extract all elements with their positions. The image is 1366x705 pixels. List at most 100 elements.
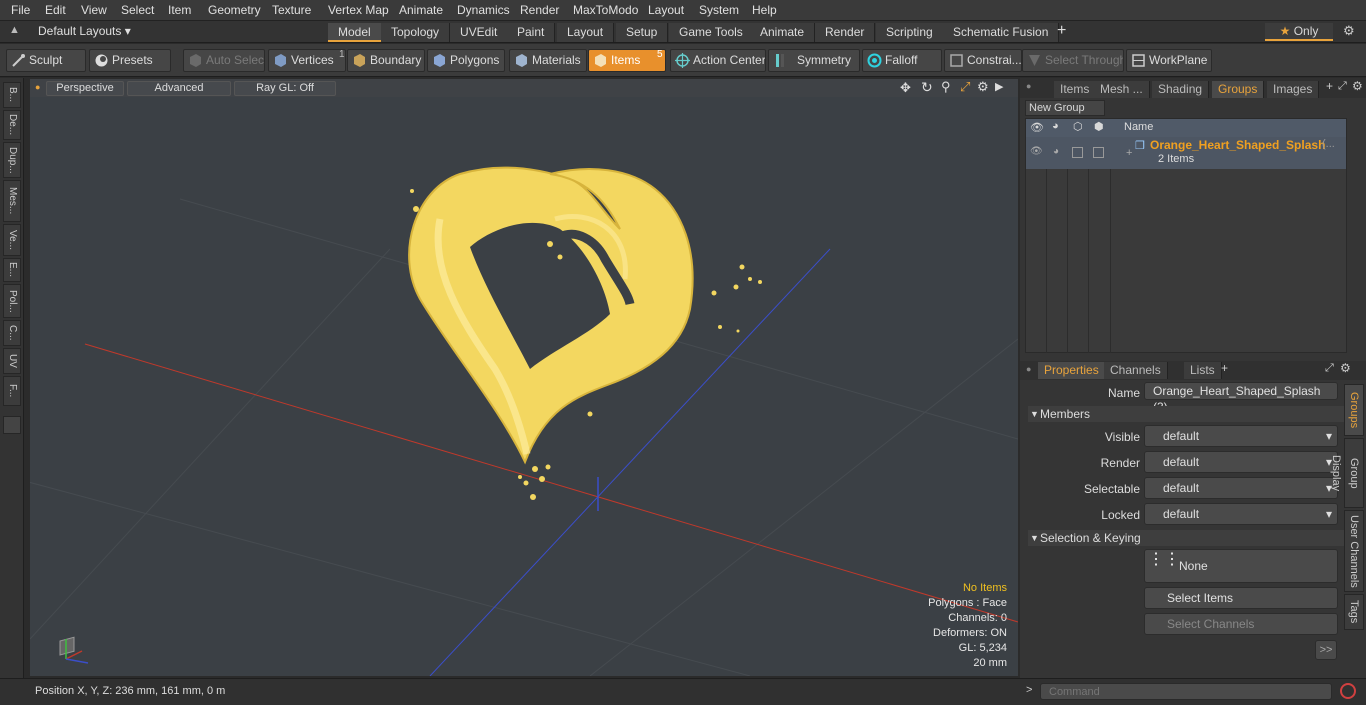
selectable-checkbox[interactable] [1072, 147, 1083, 158]
tab-groups[interactable]: Groups [1212, 81, 1265, 98]
eye-column-icon[interactable]: 👁 [1030, 121, 1044, 134]
vtab-groups[interactable]: Groups [1344, 384, 1364, 436]
left-tab-polygon[interactable]: Pol... [3, 284, 21, 318]
menu-layout[interactable]: Layout [648, 3, 684, 17]
items-button[interactable]: Items [588, 49, 666, 72]
tab-mesh[interactable]: Mesh ... [1094, 81, 1150, 98]
expand-props-icon[interactable]: ⤢ [1325, 362, 1334, 375]
add-tab-plus-icon[interactable]: + [1057, 22, 1066, 40]
tab-scripting[interactable]: Scripting [876, 23, 944, 42]
tab-animate[interactable]: Animate [750, 23, 816, 42]
vtab-tags[interactable]: Tags [1344, 594, 1364, 630]
props-gear-icon[interactable]: ⚙ [1340, 361, 1351, 375]
menu-edit[interactable]: Edit [45, 3, 66, 17]
tab-layout[interactable]: Layout [557, 23, 615, 42]
panel-dot-icon[interactable]: ● [1026, 81, 1031, 91]
tab-game-tools[interactable]: Game Tools [669, 23, 754, 42]
constraints-button[interactable]: Constrai... [944, 49, 1022, 72]
tab-schematic-fusion[interactable]: Schematic Fusion [943, 23, 1060, 42]
group-row[interactable]: 👁 ◕ + ❒ Orange_Heart_Shaped_Splash (... … [1026, 137, 1346, 169]
workplane-button[interactable]: WorkPlane [1126, 49, 1212, 72]
sculpt-button[interactable]: Sculpt [6, 49, 86, 72]
left-tab-uv[interactable]: UV [3, 348, 21, 374]
visible-dropdown[interactable]: default ▾ [1144, 425, 1338, 447]
polygons-button[interactable]: Polygons [427, 49, 505, 72]
vtab-user-channels[interactable]: User Channels [1344, 510, 1364, 592]
tab-channels[interactable]: Channels [1104, 362, 1168, 379]
3d-viewport[interactable]: ● Perspective Advanced Ray GL: Off ✥ ↻ ⚲… [30, 79, 1018, 676]
render-column-icon[interactable]: ◕ [1052, 120, 1059, 132]
menu-system[interactable]: System [699, 3, 739, 17]
tab-uvedit[interactable]: UVEdit [450, 23, 509, 42]
materials-button[interactable]: Materials [509, 49, 587, 72]
select-items-button[interactable]: Select Items [1144, 587, 1338, 609]
boundary-button[interactable]: Boundary [347, 49, 425, 72]
left-tab-collapse-icon[interactable] [3, 416, 21, 434]
falloff-button[interactable]: Falloff [862, 49, 942, 72]
vtab-group-display[interactable]: Group Display [1330, 438, 1364, 508]
tab-images[interactable]: Images [1267, 81, 1320, 98]
selectable-dropdown[interactable]: default▾ [1144, 477, 1338, 499]
tab-shading[interactable]: Shading [1152, 81, 1210, 98]
visible-eye-icon[interactable]: 👁 [1030, 146, 1043, 157]
left-tab-duplicate[interactable]: Dup... [3, 142, 21, 178]
presets-button[interactable]: Presets [89, 49, 171, 72]
new-group-button[interactable]: New Group [1025, 100, 1105, 116]
members-section[interactable]: ▼ Members [1028, 406, 1358, 422]
menu-texture[interactable]: Texture [272, 3, 311, 17]
record-icon[interactable] [1340, 683, 1356, 699]
panel-gear-icon[interactable]: ⚙ [1352, 79, 1363, 93]
tab-render[interactable]: Render [815, 23, 876, 42]
menu-animate[interactable]: Animate [399, 3, 443, 17]
menu-file[interactable]: File [11, 3, 30, 17]
selection-keying-section[interactable]: ▼ Selection & Keying [1028, 530, 1358, 546]
left-tab-vertex[interactable]: Ve... [3, 224, 21, 256]
left-tab-edge[interactable]: E... [3, 258, 21, 282]
keying-none-button[interactable]: ⋮⋮ None [1144, 549, 1338, 583]
left-tab-fusion[interactable]: F... [3, 376, 21, 406]
layouts-dropdown[interactable]: Default Layouts ▾ [38, 24, 131, 38]
left-tab-curve[interactable]: C... [3, 320, 21, 346]
tab-model[interactable]: Model [328, 23, 382, 42]
locked-dropdown[interactable]: default ▾ [1144, 503, 1338, 525]
lock-checkbox[interactable] [1093, 147, 1104, 158]
menu-dynamics[interactable]: Dynamics [457, 3, 510, 17]
only-toggle[interactable]: ★ Only [1265, 23, 1333, 41]
command-input[interactable] [1040, 683, 1332, 700]
tab-setup[interactable]: Setup [616, 23, 669, 42]
render-dropdown[interactable]: default▾ [1144, 451, 1338, 473]
menu-maxtomodo[interactable]: MaxToModo [573, 3, 638, 17]
menu-render[interactable]: Render [520, 3, 559, 17]
left-tab-deform[interactable]: De... [3, 110, 21, 140]
menu-view[interactable]: View [81, 3, 107, 17]
lock-column-icon[interactable]: ⬢ [1094, 120, 1104, 133]
name-field[interactable]: Orange_Heart_Shaped_Splash (3) [1144, 382, 1338, 414]
props-dot-icon[interactable]: ● [1026, 364, 1031, 374]
select-channels-button[interactable]: Select Channels [1144, 613, 1338, 635]
auto-select-button[interactable]: Auto Select [183, 49, 265, 72]
menu-select[interactable]: Select [121, 3, 154, 17]
tab-paint[interactable]: Paint [507, 23, 556, 42]
add-panel-tab-plus-icon[interactable]: + [1326, 79, 1333, 93]
add-props-tab-plus-icon[interactable]: + [1221, 361, 1228, 375]
vertices-button[interactable]: Vertices [268, 49, 346, 72]
menu-item[interactable]: Item [168, 3, 191, 17]
select-through-button[interactable]: Select Through [1022, 49, 1124, 72]
tab-items[interactable]: Items [1054, 81, 1097, 98]
layout-up-arrow-icon[interactable]: ▲ [9, 24, 20, 36]
left-tab-mesh-edit[interactable]: Mes... [3, 180, 21, 222]
left-tab-basic[interactable]: B... [3, 82, 21, 108]
menu-vertex-map[interactable]: Vertex Map [328, 3, 389, 17]
more-button[interactable]: >> [1315, 640, 1337, 660]
tab-topology[interactable]: Topology [381, 23, 451, 42]
menu-help[interactable]: Help [752, 3, 777, 17]
render-toggle-icon[interactable]: ◕ [1053, 146, 1059, 157]
expand-panel-icon[interactable]: ⤢ [1338, 80, 1347, 93]
symmetry-button[interactable]: Symmetry [768, 49, 860, 72]
gear-icon[interactable]: ⚙ [1343, 23, 1355, 39]
expand-plus-icon[interactable]: + [1126, 147, 1132, 159]
menu-geometry[interactable]: Geometry [208, 3, 261, 17]
tab-lists[interactable]: Lists [1184, 362, 1222, 379]
action-center-button[interactable]: Action Center [670, 49, 766, 72]
tab-properties[interactable]: Properties [1038, 362, 1106, 379]
